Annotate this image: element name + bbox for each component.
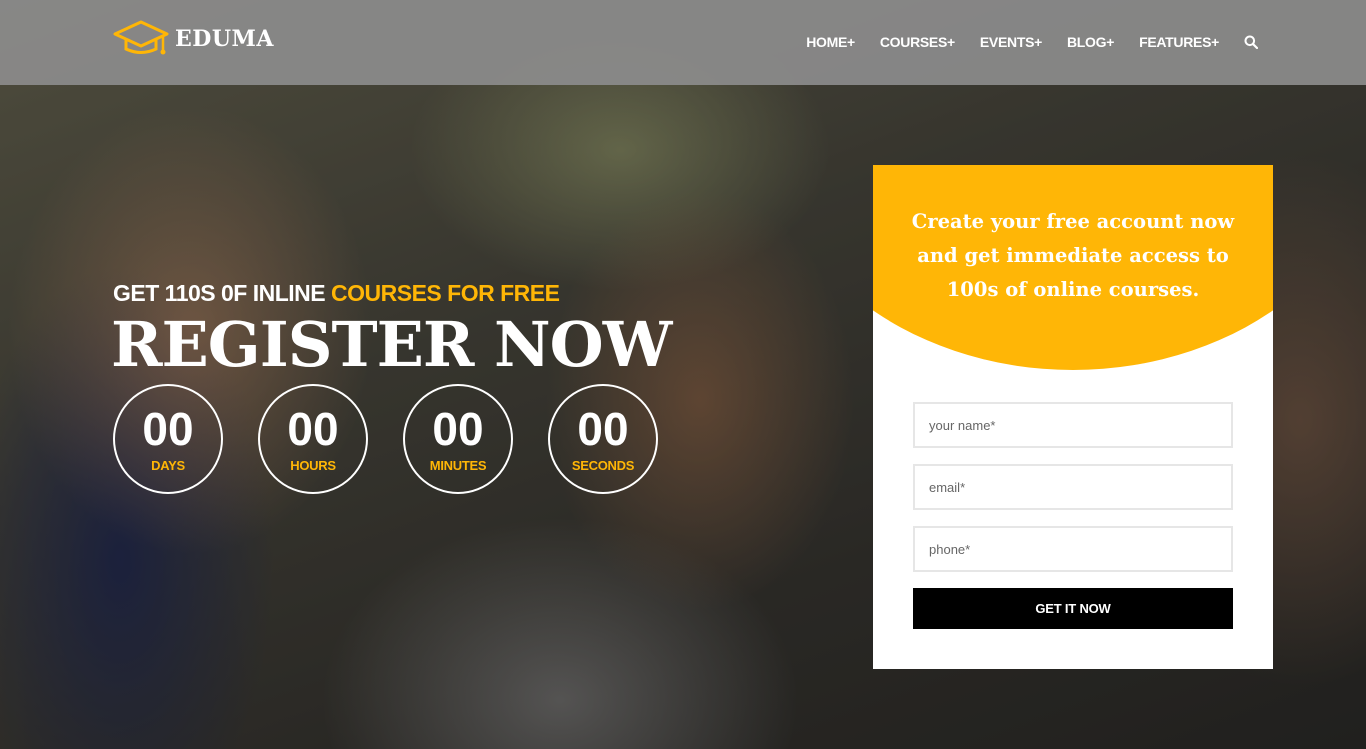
countdown-hours: 00 HOURS: [258, 384, 368, 494]
nav-item-events[interactable]: EVENTS+: [980, 34, 1042, 50]
tagline-accent: COURSES FOR FREE: [331, 280, 560, 306]
nav-item-courses[interactable]: COURSES+: [880, 34, 955, 50]
countdown-days-label: DAYS: [151, 457, 185, 473]
nav-item-blog[interactable]: BLOG+: [1067, 34, 1114, 50]
brand-name: EDUMA: [175, 26, 274, 52]
get-it-now-button[interactable]: GET IT NOW: [913, 588, 1233, 629]
register-card: Create your free account now and get imm…: [873, 165, 1273, 669]
nav-item-home[interactable]: HOME+: [806, 34, 855, 50]
site-header: EDUMA HOME+ COURSES+ EVENTS+ BLOG+ FEATU…: [0, 0, 1366, 85]
search-icon[interactable]: [1244, 35, 1258, 49]
register-card-title: Create your free account now and get imm…: [911, 210, 1235, 301]
countdown-minutes-value: 00: [432, 402, 484, 455]
hero-tagline: GET 110S 0F INLINE COURSES FOR FREE: [113, 280, 560, 307]
countdown-minutes-label: MINUTES: [429, 457, 487, 473]
countdown-timer: 00 DAYS 00 HOURS 00 MINUTES 00 SECONDS: [113, 384, 693, 494]
countdown-days: 00 DAYS: [113, 384, 223, 494]
name-input[interactable]: [913, 402, 1233, 448]
email-input[interactable]: [913, 464, 1233, 510]
countdown-days-value: 00: [142, 402, 194, 455]
countdown-hours-value: 00: [287, 402, 339, 455]
logo[interactable]: EDUMA: [113, 18, 274, 60]
countdown-minutes: 00 MINUTES: [403, 384, 513, 494]
countdown-seconds-value: 00: [577, 402, 629, 455]
phone-input[interactable]: [913, 526, 1233, 572]
main-nav: HOME+ COURSES+ EVENTS+ BLOG+ FEATURES+: [781, 34, 1258, 50]
countdown-seconds: 00 SECONDS: [548, 384, 658, 494]
countdown-hours-label: HOURS: [290, 457, 336, 473]
countdown-seconds-label: SECONDS: [571, 457, 635, 473]
nav-item-features[interactable]: FEATURES+: [1139, 34, 1219, 50]
hero-headline: REGISTER NOW: [111, 308, 672, 381]
tagline-text: GET 110S 0F INLINE: [113, 280, 332, 306]
graduation-cap-icon: [113, 20, 169, 55]
